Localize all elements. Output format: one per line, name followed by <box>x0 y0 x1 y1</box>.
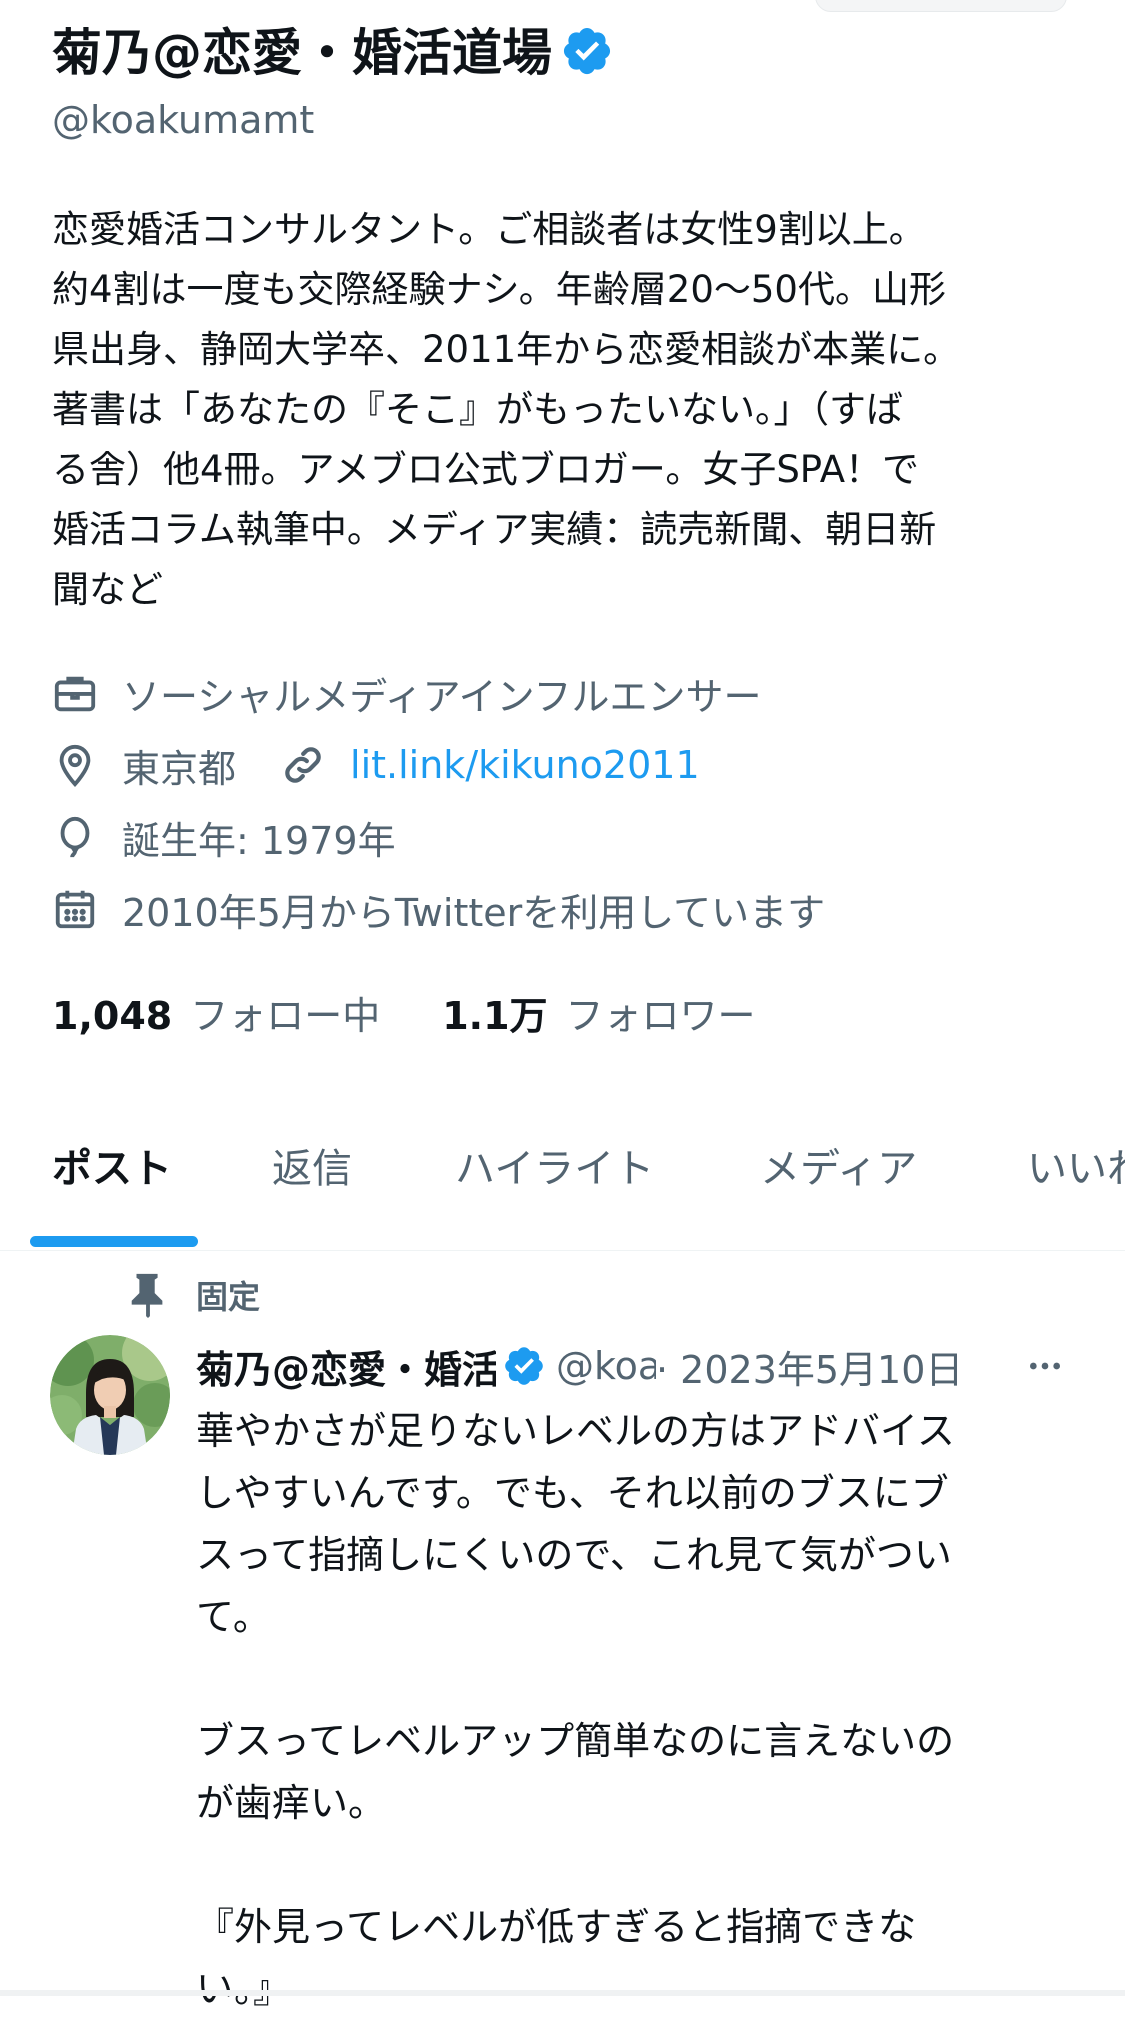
tabs-divider <box>0 1250 1125 1251</box>
location-text: 東京都 <box>122 746 237 791</box>
top-search-pill[interactable] <box>815 0 1067 12</box>
post-body[interactable]: 華やかさが足りないレベルの方はアドバイス しやすいんです。でも、それ以前のブスに… <box>196 1400 1076 2020</box>
post-author-avatar[interactable] <box>50 1335 170 1455</box>
profile-website-link[interactable]: lit.link/kikuno2011 <box>350 743 700 787</box>
link-icon <box>285 747 321 783</box>
pinned-label-row: 固定 <box>128 1272 260 1318</box>
post-line: て。 <box>196 1595 271 1639</box>
post-line: ブスってレベルアップ簡単なのに言えないの <box>196 1719 955 1763</box>
balloon-icon <box>60 816 90 858</box>
post-header: 菊乃@恋愛・婚活道場 @koakumamt · 2023年5月10日 <box>196 1336 1076 1396</box>
verified-badge-icon <box>563 27 611 75</box>
post-date[interactable]: · 2023年5月10日 <box>656 1339 963 1394</box>
profile-joined: 2010年5月からTwitterを利用しています <box>52 881 825 937</box>
profile-handle: @koakumamt <box>52 98 315 142</box>
profile-stats: 1,048 フォロー中 1.1万 フォロワー <box>52 985 756 1040</box>
birth-text: 誕生年: 1979年 <box>122 818 396 863</box>
post-author-handle[interactable]: @koakumamt <box>556 1344 656 1388</box>
profile-display-name: 菊乃@恋愛・婚活道場 <box>52 22 614 84</box>
avatar-image <box>50 1335 170 1455</box>
following-link[interactable]: 1,048 フォロー中 <box>52 985 380 1040</box>
tab-replies[interactable]: 返信 <box>272 1136 352 1194</box>
tab-media[interactable]: メディア <box>760 1136 917 1194</box>
tab-likes[interactable]: いいね <box>1027 1136 1125 1194</box>
post-line <box>196 1834 1076 1896</box>
followers-count: 1.1万 <box>442 994 548 1038</box>
pinned-text: 固定 <box>196 1278 261 1316</box>
calendar-icon <box>55 890 95 929</box>
followers-label: フォロワー <box>565 994 756 1038</box>
profile-location-link-row: 東京都 lit.link/kikuno2011 <box>52 737 700 793</box>
bio-line: 聞など <box>52 568 163 611</box>
more-options-icon[interactable] <box>1022 1346 1068 1386</box>
pin-icon <box>131 1273 163 1318</box>
tab-posts[interactable]: ポスト <box>52 1136 172 1194</box>
post-line: が歯痒い。 <box>196 1781 387 1825</box>
bio-line: 県出身、静岡大学卒、2011年から恋愛相談が本業に。 <box>52 328 961 371</box>
post-line: い。』 <box>196 1967 292 2011</box>
bio-line: る舎）他4冊。アメブロ公式ブロガー。女子SPA！で <box>52 448 920 491</box>
bio-line: 恋愛婚活コンサルタント。ご相談者は女性9割以上。 <box>52 208 926 251</box>
followers-link[interactable]: 1.1万 フォロワー <box>442 985 755 1040</box>
post-line: しやすいんです。でも、それ以前のブスにブ <box>196 1471 949 1515</box>
post-line: 華やかさが足りないレベルの方はアドバイス <box>196 1409 955 1453</box>
bio-line: 約4割は一度も交際経験ナシ。年齢層20〜50代。山形 <box>52 268 946 311</box>
profile-birth: 誕生年: 1979年 <box>52 809 396 865</box>
briefcase-icon <box>54 676 96 712</box>
following-count: 1,048 <box>52 994 173 1038</box>
category-text: ソーシャルメディアインフルエンサー <box>122 674 762 719</box>
profile-tabs: ポスト 返信 ハイライト メディア いいね <box>0 1100 1125 1250</box>
post-line: 『外見ってレベルが低すぎると指摘できな <box>196 1905 917 1949</box>
tab-highlights[interactable]: ハイライト <box>455 1136 654 1194</box>
post-line: スって指摘しにくいので、これ見て気がつい <box>196 1533 952 1577</box>
post-line <box>196 1648 1076 1710</box>
location-pin-icon <box>59 744 91 787</box>
profile-bio: 恋愛婚活コンサルタント。ご相談者は女性9割以上。 約4割は一度も交際経験ナシ。年… <box>52 200 1072 620</box>
joined-text: 2010年5月からTwitterを利用しています <box>122 890 826 935</box>
post-author-name[interactable]: 菊乃@恋愛・婚活道場 <box>196 1339 496 1394</box>
bottom-edge <box>0 1990 1125 1996</box>
active-tab-indicator <box>30 1236 198 1247</box>
bio-line: 婚活コラム執筆中。メディア実績：読売新聞、朝日新 <box>52 508 937 551</box>
following-label: フォロー中 <box>190 994 381 1038</box>
profile-category: ソーシャルメディアインフルエンサー <box>52 665 762 721</box>
display-name-text: 菊乃@恋愛・婚活道場 <box>52 24 552 82</box>
bio-line: 著書は「あなたの『そこ』がもったいない。」（すば <box>52 388 903 431</box>
post-verified-badge-icon <box>505 1347 543 1385</box>
